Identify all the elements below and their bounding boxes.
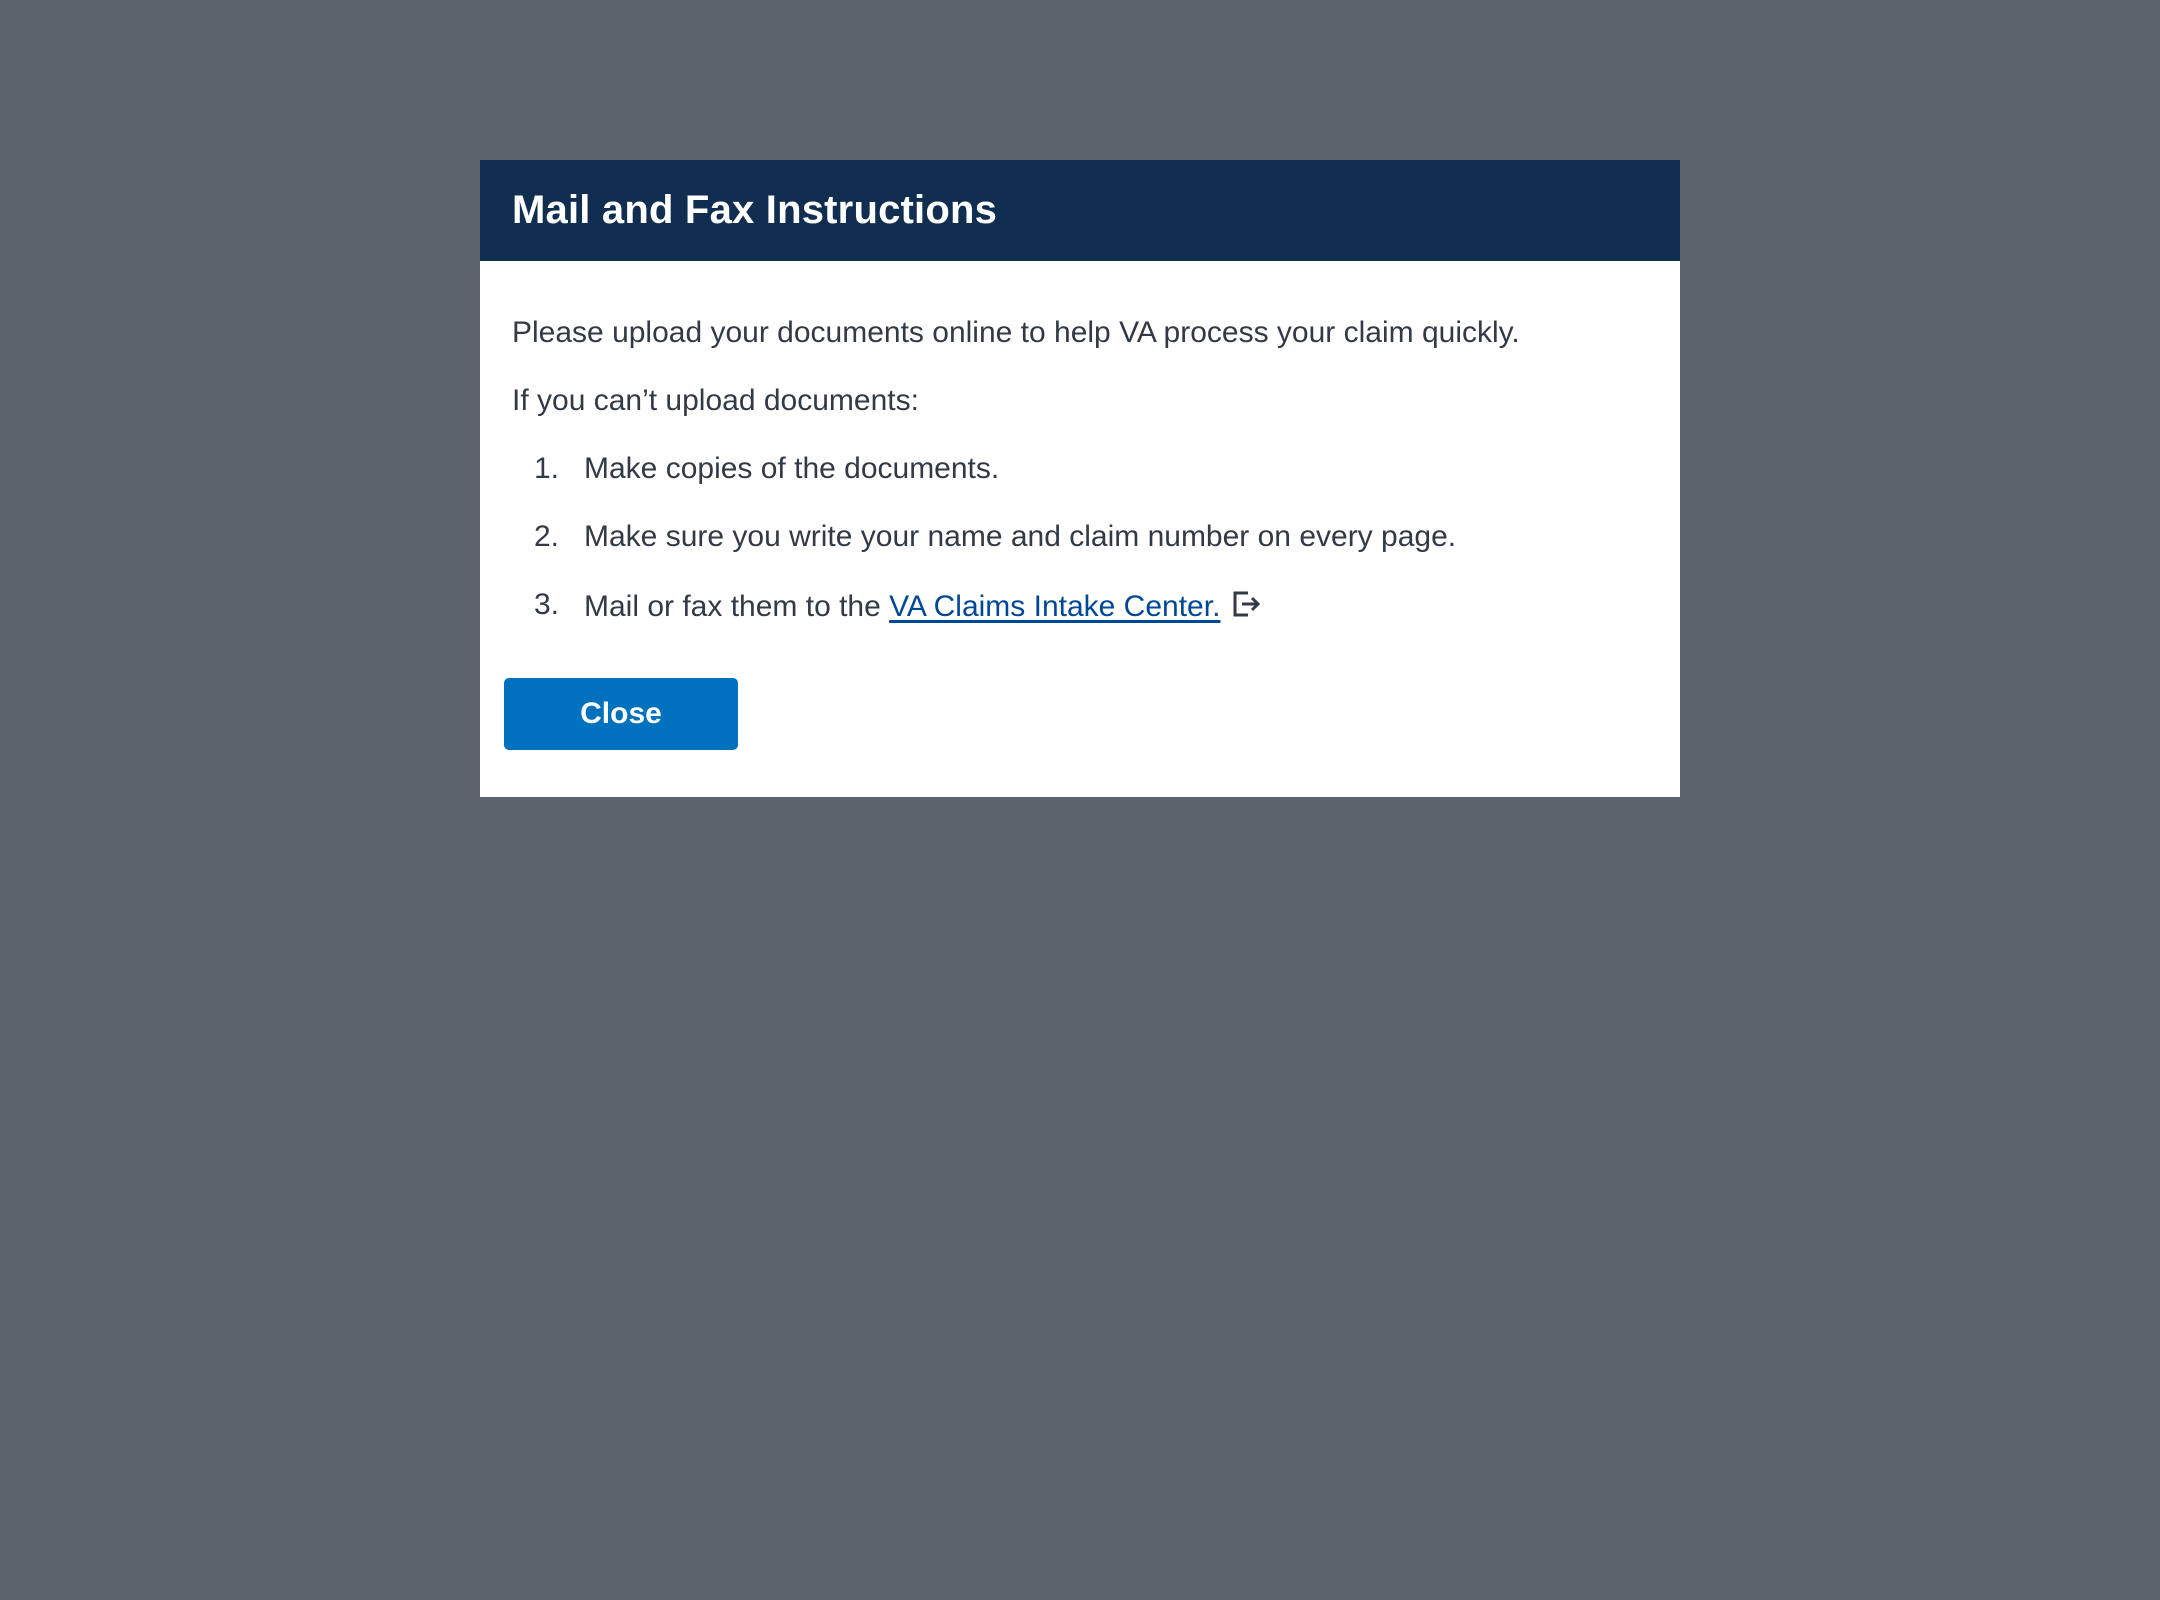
mail-fax-modal: Mail and Fax Instructions Please upload … <box>480 160 1680 797</box>
step-text-container: Mail or fax them to the VA Claims Intake… <box>584 588 1262 624</box>
step-text: Make copies of the documents. <box>584 452 1000 485</box>
intro-text: Please upload your documents online to h… <box>512 316 1520 349</box>
subintro-text: If you can’t upload documents: <box>512 384 919 417</box>
step-number: 1. <box>534 452 560 485</box>
step-text: Make sure you write your name and claim … <box>584 520 1457 553</box>
close-button[interactable]: Close <box>504 678 738 750</box>
va-claims-intake-center-link[interactable]: VA Claims Intake Center. <box>889 590 1220 623</box>
external-link-icon <box>1230 588 1262 620</box>
step-number: 3. <box>534 588 560 621</box>
modal-header: Mail and Fax Instructions <box>480 160 1680 261</box>
step-text: Mail or fax them to the <box>584 590 890 623</box>
modal-title: Mail and Fax Instructions <box>512 188 998 232</box>
step-number: 2. <box>534 520 560 553</box>
